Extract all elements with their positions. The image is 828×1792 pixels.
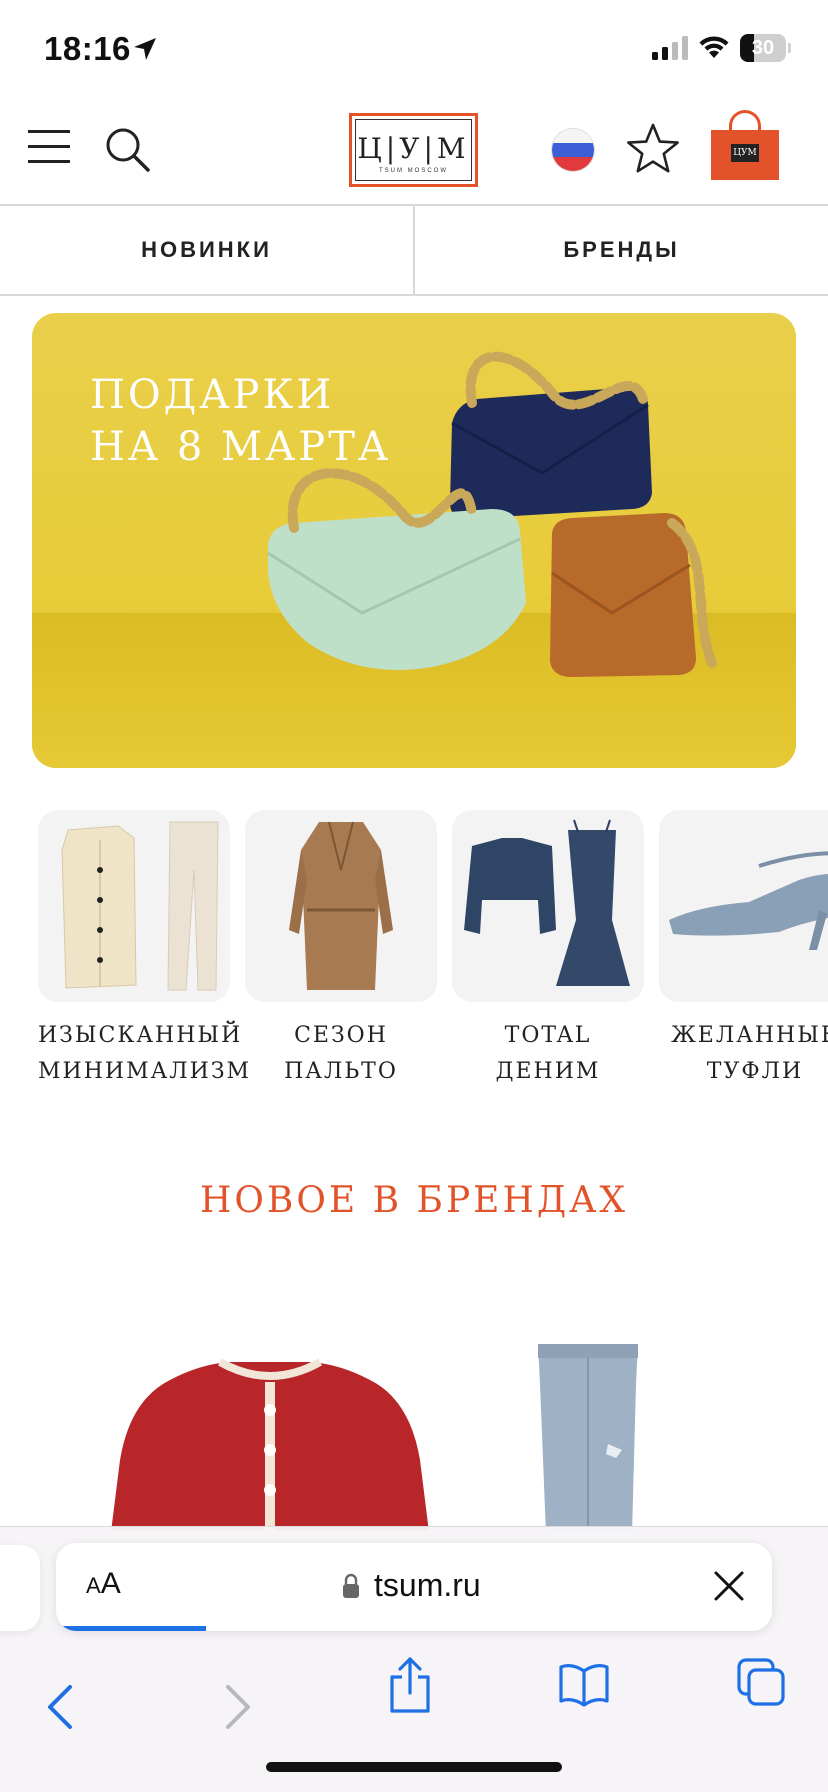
- russia-flag-icon[interactable]: [552, 129, 594, 171]
- battery-icon: 30: [740, 34, 791, 62]
- category-denim[interactable]: TOTAL ДЕНИМ: [452, 810, 644, 1090]
- status-time: 18:16: [44, 30, 131, 67]
- forward-icon[interactable]: [218, 1679, 258, 1735]
- previous-tab-preview[interactable]: [0, 1545, 40, 1631]
- back-icon[interactable]: [40, 1679, 80, 1735]
- top-tabs: НОВИНКИ БРЕНДЫ: [0, 206, 828, 296]
- product-jeans-image[interactable]: [532, 1344, 644, 1530]
- browser-toolbar: AA tsum.ru: [0, 1526, 828, 1792]
- wifi-icon: [699, 36, 729, 58]
- logo-subtext: TSUM MOSCOW: [379, 168, 448, 174]
- search-icon[interactable]: [104, 126, 150, 172]
- battery-percent: 30: [751, 37, 775, 59]
- bag-logo-text: ЦУМ: [731, 144, 759, 162]
- shopping-bag-icon[interactable]: ЦУМ: [711, 110, 779, 180]
- banner-headline: ПОДАРКИ НА 8 МАРТА: [90, 369, 391, 473]
- banner-line-1: ПОДАРКИ: [90, 372, 335, 418]
- bookmarks-icon[interactable]: [558, 1661, 610, 1707]
- star-icon[interactable]: [625, 122, 681, 176]
- tab-brendy[interactable]: БРЕНДЫ: [413, 206, 828, 294]
- reader-settings-button[interactable]: AA: [86, 1567, 121, 1601]
- category-label: ИЗЫСКАННЫЙ МИНИМАЛИЗМ: [38, 1023, 252, 1084]
- section-title: НОВОЕ В БРЕНДАХ: [199, 1180, 628, 1221]
- category-label: TOTAL ДЕНИМ: [495, 1023, 601, 1084]
- category-label: ЖЕЛАННЫЕ ТУФЛИ: [671, 1023, 828, 1084]
- logo-text: Ц|У|М: [357, 132, 470, 165]
- address-bar[interactable]: AA tsum.ru: [56, 1543, 772, 1631]
- menu-icon[interactable]: [28, 130, 70, 164]
- category-denim-image: [452, 810, 644, 1002]
- signal-icon: [652, 36, 688, 60]
- category-shoes[interactable]: ЖЕЛАННЫЕ ТУФЛИ: [659, 810, 828, 1090]
- category-minimalism-image: [38, 810, 230, 1002]
- promo-banner[interactable]: ПОДАРКИ НА 8 МАРТА: [32, 313, 796, 768]
- stop-loading-icon[interactable]: [712, 1569, 746, 1603]
- product-cardigan-image[interactable]: [110, 1350, 430, 1530]
- category-coats[interactable]: СЕЗОН ПАЛЬТО: [245, 810, 437, 1090]
- page-load-progress: [56, 1626, 207, 1631]
- product-grid: [0, 1300, 828, 1530]
- category-carousel: ИЗЫСКАННЫЙ МИНИМАЛИЗМ СЕЗОН ПАЛЬТО TOTAL…: [38, 810, 828, 1100]
- category-coats-image: [245, 810, 437, 1002]
- status-bar: 18:16 30: [0, 0, 828, 96]
- url-text: tsum.ru: [374, 1567, 481, 1603]
- site-header: Ц|У|М TSUM MOSCOW ЦУМ: [0, 96, 828, 206]
- share-icon[interactable]: [386, 1655, 434, 1715]
- category-shoes-image: [659, 810, 828, 1002]
- tab-novinki[interactable]: НОВИНКИ: [0, 206, 413, 294]
- home-indicator: [266, 1762, 562, 1772]
- category-minimalism[interactable]: ИЗЫСКАННЫЙ МИНИМАЛИЗМ: [38, 810, 252, 1090]
- banner-line-2: НА 8 МАРТА: [90, 424, 392, 470]
- tabs-icon[interactable]: [736, 1657, 786, 1707]
- lock-icon: [343, 1573, 359, 1598]
- tsum-logo[interactable]: Ц|У|М TSUM MOSCOW: [349, 113, 478, 187]
- location-arrow-icon: [134, 38, 156, 60]
- category-label: СЕЗОН ПАЛЬТО: [284, 1023, 398, 1084]
